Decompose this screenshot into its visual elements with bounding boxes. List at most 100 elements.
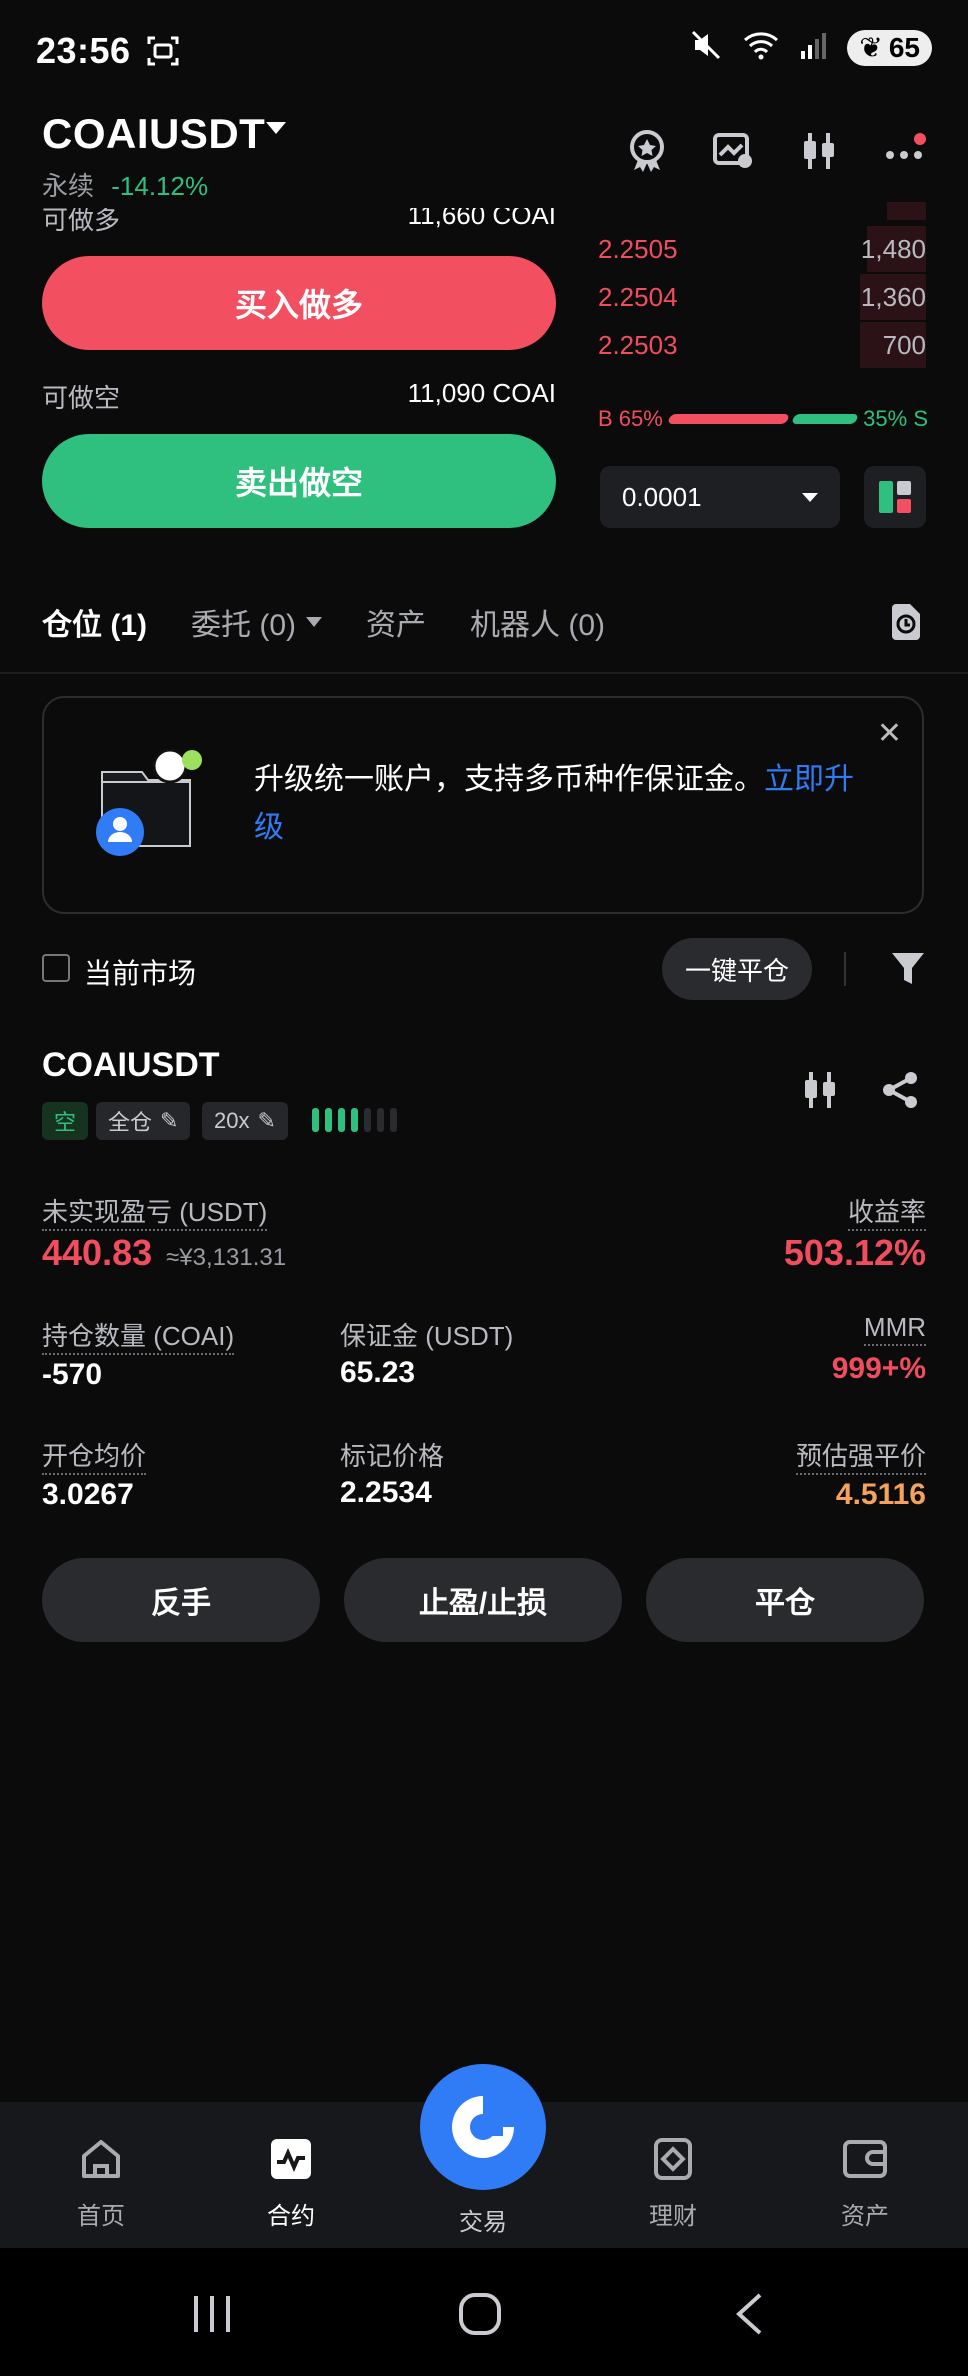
- precision-select[interactable]: 0.0001: [600, 466, 840, 528]
- leverage-tag[interactable]: 20x ✎: [202, 1102, 288, 1140]
- more-menu-icon[interactable]: [882, 128, 928, 174]
- risk-bar: [351, 1108, 358, 1132]
- order-book-ask-row[interactable]: 2.2503 700: [598, 322, 926, 368]
- buy-long-button[interactable]: 买入做多: [42, 256, 556, 350]
- order-book-ask-row[interactable]: 2.2505 1,480: [598, 226, 926, 272]
- pair-selector[interactable]: COAIUSDT: [42, 110, 265, 158]
- candlestick-icon[interactable]: [800, 1070, 840, 1115]
- precision-value: 0.0001: [622, 481, 702, 512]
- ask-quantity: 1,480: [860, 233, 926, 264]
- candlestick-icon[interactable]: [796, 128, 842, 174]
- nav-earn[interactable]: 理财: [608, 2136, 738, 2231]
- tab-positions-label: 仓位 (1): [42, 609, 147, 642]
- mmr-label[interactable]: MMR: [863, 1312, 926, 1346]
- trade-fab-button[interactable]: [420, 2064, 546, 2190]
- wallet-icon: [843, 2140, 887, 2178]
- risk-level-bars: [312, 1108, 397, 1132]
- filter-icon[interactable]: [890, 950, 926, 993]
- tab-orders[interactable]: 委托 (0): [191, 600, 322, 644]
- tab-positions[interactable]: 仓位 (1): [42, 600, 147, 644]
- unrealized-pnl-cny: ≈¥3,131.31: [166, 1244, 287, 1271]
- risk-bar: [377, 1108, 384, 1132]
- orderbook-layout-icon[interactable]: [864, 466, 926, 528]
- risk-bar: [364, 1108, 371, 1132]
- recent-apps-icon[interactable]: [190, 2294, 234, 2339]
- sell-short-button[interactable]: 卖出做空: [42, 434, 556, 528]
- chart-settings-icon[interactable]: [710, 128, 756, 174]
- home-button-icon[interactable]: [458, 2292, 502, 2341]
- position-size-label[interactable]: 持仓数量 (COAI): [42, 1321, 235, 1355]
- margin-mode-text: 全仓: [108, 1110, 153, 1135]
- caret-down-icon: [306, 617, 322, 627]
- futures-icon: [271, 2139, 311, 2179]
- tab-orders-label: 委托 (0): [191, 609, 296, 642]
- trade-logo-icon: [452, 2096, 514, 2158]
- liq-price-label[interactable]: 预估强平价: [795, 1441, 926, 1475]
- close-position-button[interactable]: 平仓: [646, 1558, 924, 1642]
- sell-ratio-bar: [791, 414, 859, 424]
- margin-value: 65.23: [340, 1356, 416, 1389]
- ask-price: 2.2503: [598, 329, 678, 360]
- margin-mode-tag[interactable]: 全仓 ✎: [96, 1102, 191, 1140]
- nav-home[interactable]: 首页: [36, 2136, 166, 2231]
- margin-label: 保证金 (USDT): [340, 1321, 514, 1351]
- nav-trade-label[interactable]: 交易: [420, 2202, 546, 2237]
- tab-assets[interactable]: 资产: [366, 600, 426, 644]
- header-actions: [624, 128, 928, 174]
- close-icon[interactable]: ✕: [877, 716, 902, 751]
- short-available-label: 可做空: [42, 383, 121, 413]
- caret-down-icon[interactable]: [266, 122, 286, 134]
- contract-type: 永续: [42, 171, 95, 201]
- entry-price-value: 3.0267: [42, 1478, 134, 1511]
- roe-value: 503.12%: [783, 1232, 926, 1273]
- position-symbol[interactable]: COAIUSDT: [42, 1046, 220, 1085]
- position-tabs: 仓位 (1) 委托 (0) 资产 机器人 (0): [42, 600, 605, 644]
- short-available-value: 11,090 COAI: [407, 378, 556, 408]
- leverage-text: 20x: [214, 1108, 250, 1133]
- ask-price: 2.2504: [598, 281, 678, 312]
- battery-indicator: ❦ 65: [847, 29, 932, 66]
- tab-assets-label: 资产: [366, 609, 426, 642]
- banner-text: 升级统一账户，支持多币种作保证金。立即升级: [254, 756, 854, 852]
- nav-futures[interactable]: 合约: [226, 2136, 356, 2231]
- buy-ratio-bar: [667, 414, 790, 424]
- upgrade-banner: 升级统一账户，支持多币种作保证金。立即升级 ✕: [42, 696, 924, 914]
- ask-quantity: 1,360: [860, 281, 926, 312]
- banner-message: 升级统一账户，支持多币种作保证金。: [254, 763, 764, 796]
- signal-icon: [799, 31, 827, 64]
- tab-bots[interactable]: 机器人 (0): [470, 600, 605, 644]
- wifi-icon: [743, 30, 779, 65]
- reverse-button[interactable]: 反手: [42, 1558, 320, 1642]
- current-market-label: 当前市场: [84, 958, 197, 989]
- nav-assets[interactable]: 资产: [800, 2136, 930, 2231]
- risk-bar: [390, 1108, 397, 1132]
- status-icons: ❦ 65: [689, 28, 932, 67]
- side-badge: 空: [42, 1102, 89, 1140]
- side-badge-text: 空: [54, 1110, 77, 1135]
- tab-divider: [0, 672, 968, 674]
- back-icon[interactable]: [734, 2292, 764, 2341]
- unified-account-illustration-icon: [90, 742, 210, 867]
- battery-level: 65: [888, 31, 920, 63]
- nav-assets-label: 资产: [841, 2203, 889, 2230]
- share-icon[interactable]: [880, 1070, 920, 1115]
- unrealized-pnl-label[interactable]: 未实现盈亏 (USDT): [42, 1197, 268, 1231]
- long-available-label: 可做多: [42, 205, 121, 235]
- price-change: -14.12%: [111, 171, 209, 201]
- unrealized-pnl: 440.83 ≈¥3,131.31: [42, 1232, 286, 1274]
- battery-leaf-icon: ❦: [859, 32, 883, 63]
- ask-quantity: 700: [882, 329, 926, 360]
- entry-price-label[interactable]: 开仓均价: [42, 1441, 147, 1475]
- roe-label[interactable]: 收益率: [847, 1197, 926, 1231]
- order-book-ask-row[interactable]: 2.2504 1,360: [598, 274, 926, 320]
- award-icon[interactable]: [624, 128, 670, 174]
- risk-bar: [338, 1108, 345, 1132]
- close-all-button[interactable]: 一键平仓: [662, 938, 812, 1000]
- history-record-icon[interactable]: [888, 602, 924, 647]
- edit-pencil-icon: ✎: [257, 1108, 276, 1133]
- buy-sell-ratio: B 65% 35% S: [598, 404, 928, 434]
- tp-sl-button[interactable]: 止盈/止损: [344, 1558, 622, 1642]
- system-navigation-bar: [0, 2248, 968, 2376]
- ask-price: 2.2505: [598, 233, 678, 264]
- current-market-checkbox[interactable]: [42, 954, 70, 982]
